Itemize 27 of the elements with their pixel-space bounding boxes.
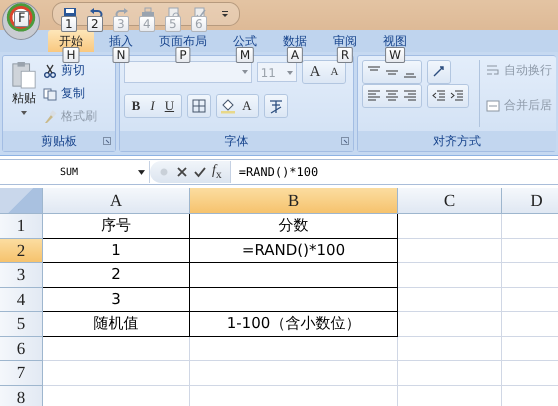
name-box-value: SUM bbox=[60, 166, 78, 178]
table-cell: 2 bbox=[43, 263, 190, 288]
keytip-tooltip: 5 bbox=[165, 16, 181, 32]
keytip-tooltip: 6 bbox=[191, 16, 207, 32]
group-title: 字体 bbox=[224, 132, 248, 150]
keytip-tooltip: 3 bbox=[113, 16, 129, 32]
font-size-value: 11 bbox=[260, 66, 276, 80]
keytip-tooltip: F bbox=[14, 11, 30, 27]
table-cell: 随机值 bbox=[43, 312, 190, 336]
keytip-tooltip: 2 bbox=[87, 16, 103, 32]
keytip-tooltip: 4 bbox=[139, 16, 155, 32]
table-cell: 3 bbox=[43, 288, 190, 312]
table-cell: =RAND()*100 bbox=[190, 238, 398, 263]
table-cell: 分数 bbox=[190, 214, 398, 238]
keytip-tooltip: P bbox=[175, 47, 191, 63]
group-title: 剪贴板 bbox=[40, 132, 77, 150]
keytip-tooltip: R bbox=[336, 47, 354, 63]
keytip-tooltip: H bbox=[62, 47, 80, 63]
table-cell: 1-100（含小数位） bbox=[190, 312, 398, 336]
table-cell: 1 bbox=[43, 238, 190, 263]
group-title: 对齐方式 bbox=[433, 132, 481, 150]
keytip-tooltip: M bbox=[236, 47, 254, 63]
keytip-tooltip: 1 bbox=[61, 16, 77, 32]
table-cell: 序号 bbox=[43, 214, 190, 238]
keytip-tooltip: N bbox=[112, 47, 130, 63]
keytip-tooltip: A bbox=[286, 47, 304, 63]
keytip-tooltip: W bbox=[385, 47, 405, 63]
